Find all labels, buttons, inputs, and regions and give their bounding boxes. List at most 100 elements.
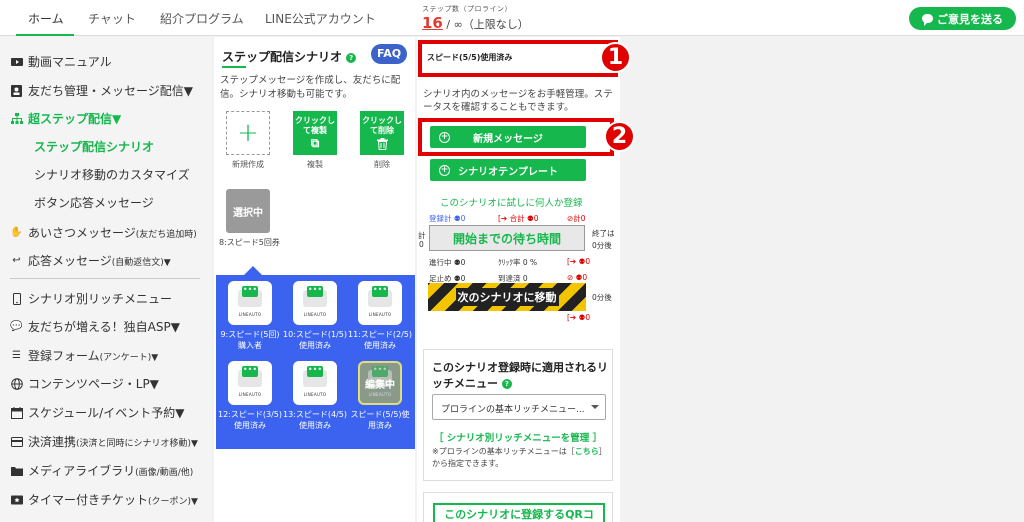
dots-icon: ••• (242, 285, 258, 297)
new-message-button[interactable]: + 新規メッセージ (430, 126, 586, 148)
chevron-down-icon (591, 405, 599, 413)
scenario-tile[interactable]: ••• LINEAUTO (228, 281, 272, 325)
sidebar-item-greeting[interactable]: ✋ あいさつメッセージ(友だち追加時) (10, 224, 197, 241)
delete-scenario-button[interactable]: クリックして削除 (360, 111, 404, 155)
sidebar-item-note: (クーポン)▼ (148, 497, 198, 507)
wait-time-button[interactable]: 開始までの待ち時間 (429, 225, 585, 251)
plus-circle-icon: + (439, 131, 450, 143)
copy-icon: ⧉ (310, 136, 320, 150)
dots-icon: ••• (307, 365, 323, 377)
credit-card-icon (10, 436, 23, 448)
calendar-icon (10, 406, 23, 419)
sidebar-item-payment[interactable]: 決済連携(決済と同時にシナリオ移動)▼ (10, 433, 198, 450)
sidebar-item-super-step[interactable]: 超ステップ配信▼ (10, 110, 121, 127)
blocked-count: ⊘ ⚉0 (567, 273, 588, 282)
sidebar-item-label: 超ステップ配信▼ (28, 112, 122, 126)
editing-scenario-tile[interactable]: ••• LINEAUTO 編集中 (358, 361, 402, 405)
scenario-name: スピード(5/5)使用済み (427, 53, 513, 62)
sidebar-item-auto-reply[interactable]: ↩ 応答メッセージ(自動返信文)▼ (10, 252, 170, 269)
here-link[interactable]: こちら (575, 447, 599, 456)
sidebar: 動画マニュアル 友だち管理・メッセージ配信▼ 超ステップ配信▼ ステップ配信シナ… (0, 37, 212, 522)
sidebar-item-media-library[interactable]: メディアライブラリ(画像/動画/他) (10, 462, 193, 479)
left-total-value: 0 (419, 240, 424, 249)
in-progress-count: 進行中 ⚉0 (429, 258, 466, 267)
sidebar-subitem-step-scenario[interactable]: ステップ配信シナリオ (34, 138, 154, 155)
trash-icon (360, 138, 404, 151)
exit-count: [➔ ⚉0 (567, 257, 591, 266)
faq-button[interactable]: FAQ (371, 44, 407, 64)
annotation-badge-1: 1 (600, 42, 631, 73)
feedback-button[interactable]: ご意見を送る (909, 7, 1016, 30)
sidebar-item-label: 友だち管理・メッセージ配信▼ (28, 84, 193, 98)
step-count-link[interactable]: 16 (422, 14, 443, 32)
sidebar-item-video-manual[interactable]: 動画マニュアル (10, 53, 112, 70)
new-message-label: 新規メッセージ (473, 133, 543, 145)
tab-chat[interactable]: チャット (88, 10, 136, 27)
sidebar-item-registration-form[interactable]: ☰ 登録フォーム(アンケート)▼ (10, 347, 158, 364)
scenario-tile[interactable]: ••• LINEAUTO (358, 281, 402, 325)
scenario-tile[interactable]: ••• LINEAUTO (293, 361, 337, 405)
tab-referral[interactable]: 紹介プログラム (160, 10, 244, 27)
hand-icon: ✋ (10, 227, 23, 238)
panel-title: ステップ配信シナリオ ? (222, 48, 357, 65)
chat-bubble-icon (922, 14, 933, 26)
copy-scenario-button[interactable]: クリックして複製 ⧉ (293, 111, 337, 155)
new-scenario-button[interactable]: + (226, 111, 270, 155)
new-caption: 新規作成 (232, 160, 264, 169)
sidebar-item-label: 登録フォーム (28, 349, 100, 363)
next-scenario-button[interactable]: 次のシナリオに移動 (428, 283, 586, 311)
trial-register-link[interactable]: このシナリオに試しに何人か登録 (440, 195, 583, 209)
sidebar-item-schedule[interactable]: スケジュール/イベント予約▼ (10, 404, 184, 421)
rich-menu-select[interactable]: プロラインの基本リッチメニュー... (432, 394, 606, 420)
panel-description: ステップメッセージを作成し、友だちに配信。シナリオ移動も可能です。 (220, 75, 401, 100)
tab-home[interactable]: ホーム (28, 10, 64, 27)
chat-bubbles-icon: 💬 (10, 321, 23, 332)
ticket-icon (10, 494, 23, 506)
panel-pointer (244, 266, 262, 275)
scenario-caption: スピード(5/5)使用済み (350, 410, 410, 430)
delete-label: クリックして削除 (362, 116, 402, 135)
plus-circle-icon: + (439, 164, 450, 176)
sidebar-divider (10, 278, 200, 279)
scenario-list: ••• LINEAUTO 9:スピード(5回)購入者 ••• LINEAUTO … (216, 275, 415, 449)
sidebar-item-asp[interactable]: 💬 友だちが増える！独自ASP▼ (10, 318, 180, 335)
sidebar-item-label: スケジュール/イベント予約▼ (28, 406, 185, 420)
sitemap-icon (10, 112, 23, 125)
sidebar-item-label: シナリオ別リッチメニュー (28, 292, 173, 306)
sidebar-item-note: (決済と同時にシナリオ移動)▼ (76, 439, 198, 449)
contact-card-icon (10, 84, 23, 97)
next-after: 0分後 (592, 293, 612, 302)
scenario-tile[interactable]: ••• LINEAUTO (228, 361, 272, 405)
qr-code-button[interactable]: このシナリオに登録するQRコ (433, 503, 605, 522)
help-icon[interactable]: ? (346, 52, 357, 63)
rich-menu-selected: プロラインの基本リッチメニュー... (441, 405, 585, 415)
help-icon[interactable]: ? (501, 379, 512, 389)
sidebar-item-timer-ticket[interactable]: タイマー付きチケット(クーポン)▼ (10, 491, 198, 508)
selected-scenario-tile[interactable]: 選択中 (226, 189, 270, 233)
copy-caption: 複製 (307, 160, 323, 169)
top-navbar: ホーム チャット 紹介プログラム LINE公式アカウント ステップ数（プロライン… (0, 0, 1024, 36)
sidebar-subitem-button-response[interactable]: ボタン応答メッセージ (34, 194, 154, 211)
exit-count-2: [➔ ⚉0 (567, 313, 591, 322)
rich-menu-card: このシナリオ登録時に適用されるリッチメニュー ? プロラインの基本リッチメニュー… (423, 349, 613, 481)
scenario-caption: 12:スピード(3/5)使用済み (218, 410, 282, 430)
sidebar-item-content-page[interactable]: コンテンツページ・LP▼ (10, 375, 159, 392)
scenario-tile[interactable]: ••• LINEAUTO (293, 281, 337, 325)
sidebar-item-label: 応答メッセージ (28, 254, 112, 268)
scenario-name-field[interactable]: スピード(5/5)使用済み (418, 40, 618, 77)
manage-rich-menu-link[interactable]: ［ シナリオ別リッチメニューを管理 ］ (434, 430, 602, 444)
tile-logo: LINEAUTO (303, 311, 327, 317)
sidebar-item-rich-menu[interactable]: シナリオ別リッチメニュー (10, 290, 172, 307)
tab-line-official[interactable]: LINE公式アカウント (265, 10, 376, 27)
copy-label: クリックして複製 (295, 116, 335, 135)
sidebar-item-label: 友だちが増える！独自ASP▼ (28, 320, 180, 334)
registered-total: 登録計 ⚉0 (429, 214, 466, 223)
scenario-template-button[interactable]: + シナリオテンプレート (430, 159, 586, 181)
scenario-caption: 13:スピード(4/5)使用済み (283, 410, 347, 430)
mobile-icon (10, 292, 23, 305)
sidebar-item-friend-management[interactable]: 友だち管理・メッセージ配信▼ (10, 82, 193, 99)
dots-icon: ••• (372, 285, 388, 297)
tile-logo: LINEAUTO (368, 391, 392, 397)
sidebar-subitem-scenario-move[interactable]: シナリオ移動のカスタマイズ (34, 166, 190, 183)
chat-icon: ••• (238, 365, 262, 387)
